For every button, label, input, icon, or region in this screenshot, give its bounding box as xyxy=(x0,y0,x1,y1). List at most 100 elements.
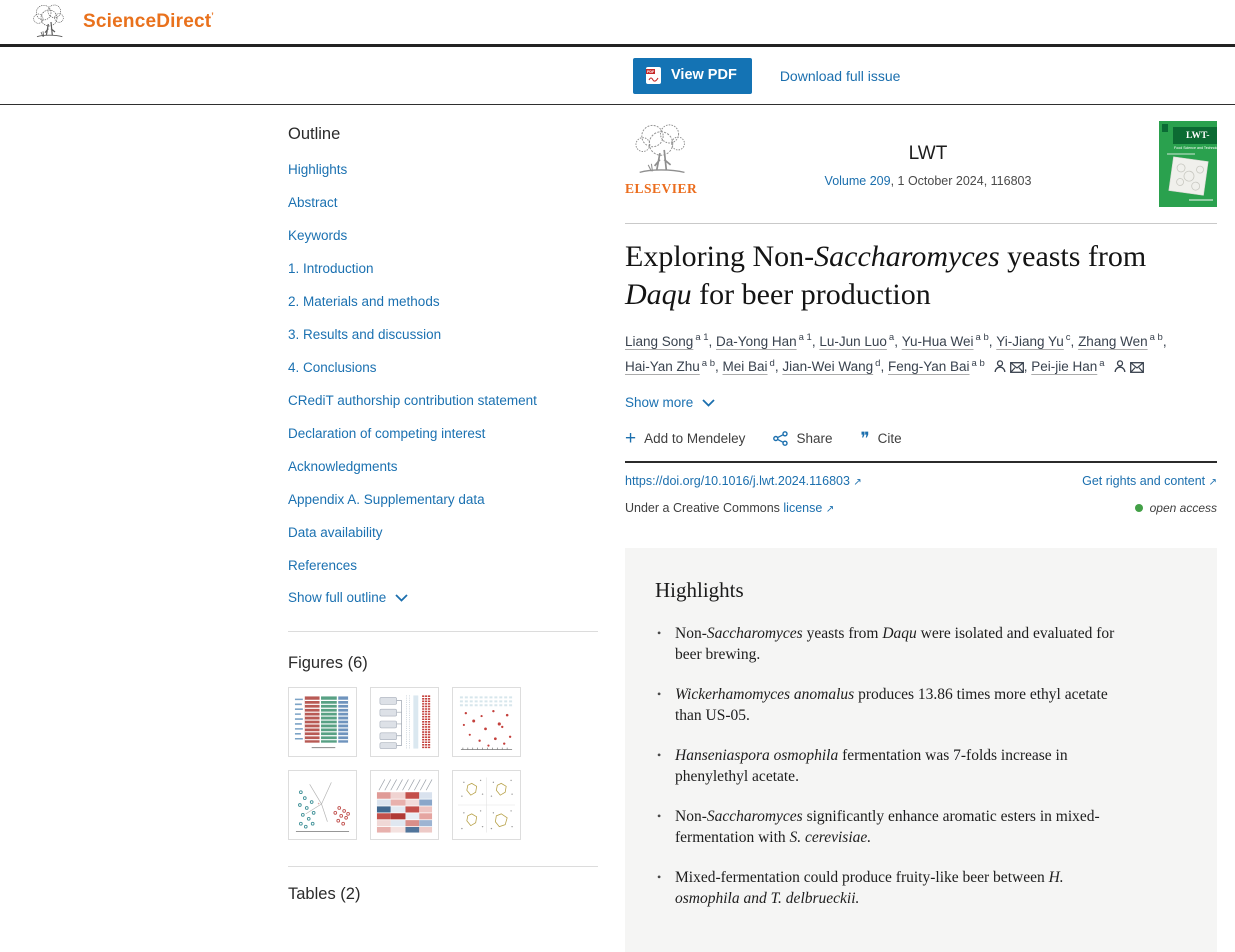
rights-and-content-link[interactable]: Get rights and content ↗ xyxy=(1082,474,1217,488)
author-affiliation-sup: a 1 xyxy=(799,332,812,343)
author-name[interactable]: Mei Bai xyxy=(723,359,768,374)
author-name[interactable]: Da-Yong Han xyxy=(716,334,797,349)
outline-link[interactable]: 3. Results and discussion xyxy=(288,326,441,343)
author-name[interactable]: Liang Song xyxy=(625,334,693,349)
sidebar-divider xyxy=(288,631,598,632)
highlights-panel: Highlights Non-Saccharomyces yeasts from… xyxy=(625,548,1217,952)
outline-link[interactable]: Appendix A. Supplementary data xyxy=(288,491,485,508)
issue-info: , 1 October 2024, 116803 xyxy=(891,174,1032,188)
show-more-label: Show more xyxy=(625,395,693,410)
view-pdf-button[interactable]: PDF View PDF xyxy=(633,58,752,94)
author-name[interactable]: Zhang Wen xyxy=(1078,334,1148,349)
outline-list-item: Keywords xyxy=(288,227,625,245)
figure-thumbnail-3[interactable] xyxy=(452,687,521,757)
author[interactable]: Feng-Yan Baia b xyxy=(888,359,1031,374)
author[interactable]: Lu-Jun Luoa xyxy=(819,334,901,349)
show-full-outline-label: Show full outline xyxy=(288,590,386,605)
outline-list-item: 4. Conclusions xyxy=(288,359,625,377)
person-icon xyxy=(1114,360,1126,373)
highlight-item: Wickerhamomyces anomalus produces 13.86 … xyxy=(655,684,1123,726)
outline-link[interactable]: Keywords xyxy=(288,227,347,244)
outline-link[interactable]: Acknowledgments xyxy=(288,458,398,475)
show-more-button[interactable]: Show more xyxy=(625,395,1217,410)
figure-thumbnail-4[interactable]: + xyxy=(288,770,357,840)
figures-title: Figures (6) xyxy=(288,654,625,673)
author-affiliation-sup: d xyxy=(875,358,880,369)
author-affiliation-sup: a xyxy=(1099,358,1104,369)
journal-info: LWT Volume 209, 1 October 2024, 116803 xyxy=(697,121,1159,188)
outline-link[interactable]: 1. Introduction xyxy=(288,260,374,277)
share-button[interactable]: Share xyxy=(773,431,832,446)
outline-link[interactable]: CRediT authorship contribution statement xyxy=(288,392,537,409)
rights-text: Get rights and content xyxy=(1082,474,1205,488)
author-name[interactable]: Yi-Jiang Yu xyxy=(996,334,1064,349)
tables-title: Tables (2) xyxy=(288,885,625,904)
highlight-text: Wickerhamomyces anomalus produces 13.86 … xyxy=(675,686,1108,724)
author-name[interactable]: Lu-Jun Luo xyxy=(819,334,887,349)
elsevier-tree-icon[interactable] xyxy=(28,2,70,42)
outline-link[interactable]: 2. Materials and methods xyxy=(288,293,440,310)
outline-link[interactable]: Data availability xyxy=(288,524,383,541)
journal-name-link[interactable]: LWT xyxy=(697,143,1159,165)
author-name[interactable]: Pei-jie Han xyxy=(1031,359,1097,374)
journal-header-divider xyxy=(625,223,1217,224)
author[interactable]: Mei Baid xyxy=(723,359,783,374)
author-name[interactable]: Hai-Yan Zhu xyxy=(625,359,700,374)
highlight-item: Mixed-fermentation could produce fruity-… xyxy=(655,867,1123,909)
license-text: Under a Creative Commons license ↗ xyxy=(625,501,834,515)
license-link[interactable]: license ↗ xyxy=(783,501,834,515)
figure-thumbnail-6[interactable] xyxy=(452,770,521,840)
figure-thumbnail-1[interactable] xyxy=(288,687,357,757)
author[interactable]: Hai-Yan Zhua b xyxy=(625,359,723,374)
figure-thumbnail-2[interactable] xyxy=(370,687,439,757)
chevron-down-icon xyxy=(702,399,715,407)
doi-link[interactable]: https://doi.org/10.1016/j.lwt.2024.11680… xyxy=(625,474,862,488)
journal-cover-image[interactable]: LWT- Food Science and Technology xyxy=(1159,121,1217,207)
author[interactable]: Yu-Hua Weia b xyxy=(902,334,997,349)
author-name[interactable]: Yu-Hua Wei xyxy=(902,334,974,349)
author[interactable]: Pei-jie Hana xyxy=(1031,359,1143,374)
author[interactable]: Yi-Jiang Yuc xyxy=(996,334,1078,349)
highlight-item: Non-Saccharomyces yeasts from Daqu were … xyxy=(655,623,1123,665)
external-link-icon: ↗ xyxy=(826,504,834,515)
add-to-mendeley-label: Add to Mendeley xyxy=(644,431,745,446)
author[interactable]: Da-Yong Hana 1 xyxy=(716,334,819,349)
author-name[interactable]: Feng-Yan Bai xyxy=(888,359,970,374)
external-link-icon: ↗ xyxy=(853,477,861,488)
author-name[interactable]: Jian-Wei Wang xyxy=(782,359,873,374)
author-affiliation-sup: d xyxy=(770,358,775,369)
email-icon xyxy=(1010,362,1024,373)
svg-text:LWT-: LWT- xyxy=(1186,131,1210,141)
license-row: Under a Creative Commons license ↗ open … xyxy=(625,501,1217,515)
top-brand-bar: ScienceDirect’ xyxy=(0,0,1235,47)
volume-link[interactable]: Volume 209 xyxy=(825,174,891,188)
outline-list-item: Highlights xyxy=(288,161,625,179)
author[interactable]: Jian-Wei Wangd xyxy=(782,359,888,374)
view-pdf-label: View PDF xyxy=(671,67,737,83)
outline-link[interactable]: Abstract xyxy=(288,194,338,211)
sidebar-divider-2 xyxy=(288,866,598,867)
outline-sidebar: Outline Highlights Abstract Keywords 1. … xyxy=(288,105,625,952)
author[interactable]: Zhang Wena b xyxy=(1078,334,1167,349)
author[interactable]: Liang Songa 1 xyxy=(625,334,716,349)
figure-thumbnail-5[interactable] xyxy=(370,770,439,840)
outline-list-item: Acknowledgments xyxy=(288,458,625,476)
brand-sciencedirect[interactable]: ScienceDirect’ xyxy=(83,11,214,33)
add-to-mendeley-button[interactable]: + Add to Mendeley xyxy=(625,431,745,446)
brand-trademark: ’ xyxy=(211,11,214,21)
outline-link[interactable]: References xyxy=(288,557,357,574)
outline-link[interactable]: Declaration of competing interest xyxy=(288,425,485,442)
highlight-text: Non-Saccharomyces yeasts from Daqu were … xyxy=(675,625,1114,663)
download-full-issue-link[interactable]: Download full issue xyxy=(780,68,901,84)
cite-button[interactable]: ❞ Cite xyxy=(860,431,901,446)
highlights-title: Highlights xyxy=(655,578,1187,603)
elsevier-logo-link[interactable]: ELSEVIER xyxy=(625,121,697,197)
journal-issue-line: Volume 209, 1 October 2024, 116803 xyxy=(697,174,1159,188)
svg-text:Food Science and Technology: Food Science and Technology xyxy=(1174,146,1217,150)
outline-list-item: 3. Results and discussion xyxy=(288,326,625,344)
outline-link[interactable]: 4. Conclusions xyxy=(288,359,377,376)
author-affiliation-sup: a xyxy=(889,332,894,343)
show-full-outline-button[interactable]: Show full outline xyxy=(288,590,625,605)
author-affiliation-sup: a b xyxy=(1150,332,1163,343)
outline-link[interactable]: Highlights xyxy=(288,161,347,178)
